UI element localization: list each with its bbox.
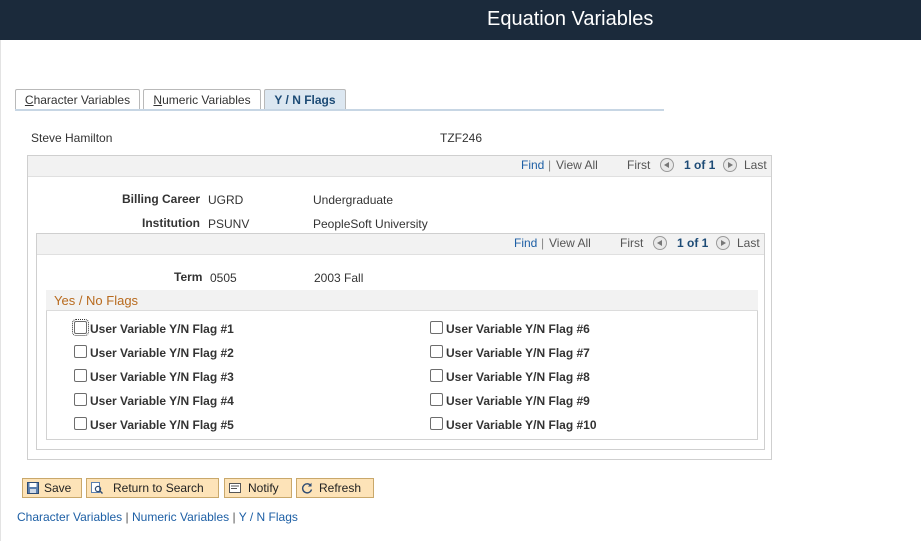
flag-5-label[interactable]: User Variable Y/N Flag #5	[90, 418, 234, 432]
tab-character-variables[interactable]: Character Variables	[15, 89, 140, 111]
flag-3-checkbox[interactable]	[74, 369, 87, 382]
refresh-icon	[301, 482, 313, 494]
institution-description: PeopleSoft University	[313, 217, 428, 231]
inner-find-link[interactable]: Find	[514, 236, 537, 250]
inner-previous-icon[interactable]	[653, 236, 667, 250]
flag-7-label[interactable]: User Variable Y/N Flag #7	[446, 346, 590, 360]
yes-no-flags-title: Yes / No Flags	[54, 293, 139, 308]
tab-label: umeric Variables	[162, 93, 251, 107]
billing-career-label: Billing Career	[122, 192, 201, 206]
header-area	[15, 111, 770, 156]
floppy-disk-icon	[27, 482, 39, 494]
notify-button[interactable]: Notify	[224, 478, 292, 498]
page-title: Equation Variables	[487, 8, 654, 30]
flag-6-label[interactable]: User Variable Y/N Flag #6	[446, 322, 590, 336]
outer-previous-icon[interactable]	[660, 158, 674, 172]
flag-1-checkbox[interactable]	[72, 319, 89, 336]
inner-next-icon[interactable]	[716, 236, 730, 250]
term-code: 0505	[210, 271, 237, 285]
flag-4-checkbox[interactable]	[74, 393, 87, 406]
flag-9-label[interactable]: User Variable Y/N Flag #9	[446, 394, 590, 408]
institution-label: Institution	[142, 216, 200, 230]
inner-nav-separator: |	[541, 236, 545, 250]
flag-10-label[interactable]: User Variable Y/N Flag #10	[446, 418, 597, 432]
tab-numeric-variables[interactable]: Numeric Variables	[143, 89, 261, 111]
link-character-variables[interactable]: Character Variables	[17, 510, 122, 524]
outer-view-all-link[interactable]: View All	[556, 158, 598, 172]
flag-8-label[interactable]: User Variable Y/N Flag #8	[446, 370, 590, 384]
flag-3-label[interactable]: User Variable Y/N Flag #3	[90, 370, 234, 384]
link-yn-flags[interactable]: Y / N Flags	[239, 510, 298, 524]
institution-code: PSUNV	[208, 217, 250, 231]
return-to-search-label: Return to Search	[113, 481, 204, 495]
outer-row-count: 1 of 1	[684, 158, 716, 172]
save-button-label: Save	[44, 481, 72, 495]
flag-5-checkbox[interactable]	[74, 417, 87, 430]
flag-8-checkbox[interactable]	[430, 369, 443, 382]
billing-career-code: UGRD	[208, 193, 244, 207]
flag-4-label[interactable]: User Variable Y/N Flag #4	[90, 394, 234, 408]
person-name: Steve Hamilton	[31, 131, 113, 145]
flag-6-checkbox[interactable]	[430, 321, 443, 334]
outer-last-label: Last	[744, 158, 767, 172]
return-to-search-button[interactable]: Return to Search	[86, 478, 219, 498]
link-separator: |	[125, 510, 129, 524]
notify-icon	[229, 483, 241, 493]
flag-7-checkbox[interactable]	[430, 345, 443, 358]
person-id: TZF246	[440, 131, 483, 145]
link-numeric-variables[interactable]: Numeric Variables	[132, 510, 229, 524]
tab-label: haracter Variables	[33, 93, 131, 107]
yes-no-flags-header	[46, 290, 758, 311]
inner-row-count: 1 of 1	[677, 236, 709, 250]
billing-career-description: Undergraduate	[313, 193, 394, 207]
title-bar: Equation Variables	[0, 0, 921, 40]
refresh-button[interactable]: Refresh	[296, 478, 374, 498]
notify-button-label: Notify	[248, 481, 279, 495]
outer-first-label: First	[627, 158, 651, 172]
flag-10-checkbox[interactable]	[430, 417, 443, 430]
flag-9-checkbox[interactable]	[430, 393, 443, 406]
tab-access-key: C	[24, 93, 34, 107]
bottom-page-links: Character Variables | Numeric Variables …	[17, 510, 298, 524]
flag-2-checkbox[interactable]	[74, 345, 87, 358]
tab-access-key: N	[153, 93, 163, 107]
outer-nav-separator: |	[548, 158, 552, 172]
flag-1-label[interactable]: User Variable Y/N Flag #1	[90, 322, 234, 336]
outer-find-link[interactable]: Find	[521, 158, 544, 172]
save-button[interactable]: Save	[22, 478, 82, 498]
inner-view-all-link[interactable]: View All	[549, 236, 591, 250]
left-divider	[0, 40, 1, 541]
refresh-button-label: Refresh	[319, 481, 362, 495]
inner-last-label: Last	[737, 236, 760, 250]
term-label: Term	[174, 270, 203, 284]
flag-2-label[interactable]: User Variable Y/N Flag #2	[90, 346, 234, 360]
term-description: 2003 Fall	[314, 271, 364, 285]
link-separator: |	[232, 510, 236, 524]
inner-first-label: First	[620, 236, 644, 250]
outer-next-icon[interactable]	[723, 158, 737, 172]
search-list-icon	[91, 482, 103, 494]
